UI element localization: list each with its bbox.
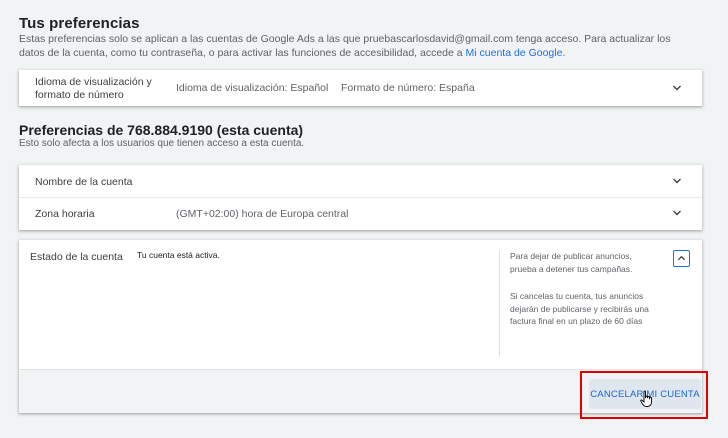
chevron-up-icon bbox=[677, 255, 686, 261]
timezone-row[interactable]: Zona horaria (GMT+02:00) hora de Europa … bbox=[19, 198, 702, 230]
display-format-label: Idioma de visualización y formato de núm… bbox=[35, 76, 152, 101]
chevron-down-icon[interactable] bbox=[672, 176, 682, 186]
hand-cursor-icon bbox=[640, 390, 652, 407]
account-preferences-subtitle: Esto solo afecta a los usuarios que tien… bbox=[19, 138, 305, 149]
stop-ads-help-text: Para dejar de publicar anuncios, prueba … bbox=[510, 251, 633, 274]
account-status-label: Estado de la cuenta bbox=[30, 251, 123, 263]
display-language-value: Idioma de visualización: Español bbox=[176, 82, 329, 94]
account-settings-card: Nombre de la cuenta Zona horaria (GMT+02… bbox=[19, 165, 702, 230]
display-preferences-card[interactable]: Idioma de visualización y formato de núm… bbox=[19, 70, 702, 106]
account-name-row[interactable]: Nombre de la cuenta bbox=[19, 165, 702, 197]
google-account-link[interactable]: Mi cuenta de Google bbox=[466, 47, 563, 59]
chevron-down-icon[interactable] bbox=[672, 83, 682, 93]
account-status-card: Estado de la cuenta Tu cuenta está activ… bbox=[19, 240, 708, 419]
collapse-button[interactable] bbox=[673, 250, 690, 267]
description-end: . bbox=[562, 47, 566, 59]
preferences-title: Tus preferencias bbox=[19, 15, 140, 32]
account-name-label: Nombre de la cuenta bbox=[35, 176, 133, 188]
account-status-value: Tu cuenta está activa. bbox=[137, 250, 220, 260]
timezone-label: Zona horaria bbox=[35, 208, 95, 220]
number-format-value: Formato de número: España bbox=[341, 82, 475, 94]
account-preferences-title: Preferencias de 768.884.9190 (esta cuent… bbox=[19, 122, 304, 138]
preferences-description: Estas preferencias solo se aplican a las… bbox=[19, 32, 694, 60]
vertical-divider bbox=[499, 250, 500, 356]
description-text: Estas preferencias solo se aplican a las… bbox=[19, 33, 671, 59]
chevron-down-icon[interactable] bbox=[672, 208, 682, 218]
cancel-account-help-text: Si cancelas tu cuenta, tus anuncios deja… bbox=[510, 291, 649, 326]
timezone-value: (GMT+02:00) hora de Europa central bbox=[176, 208, 349, 220]
